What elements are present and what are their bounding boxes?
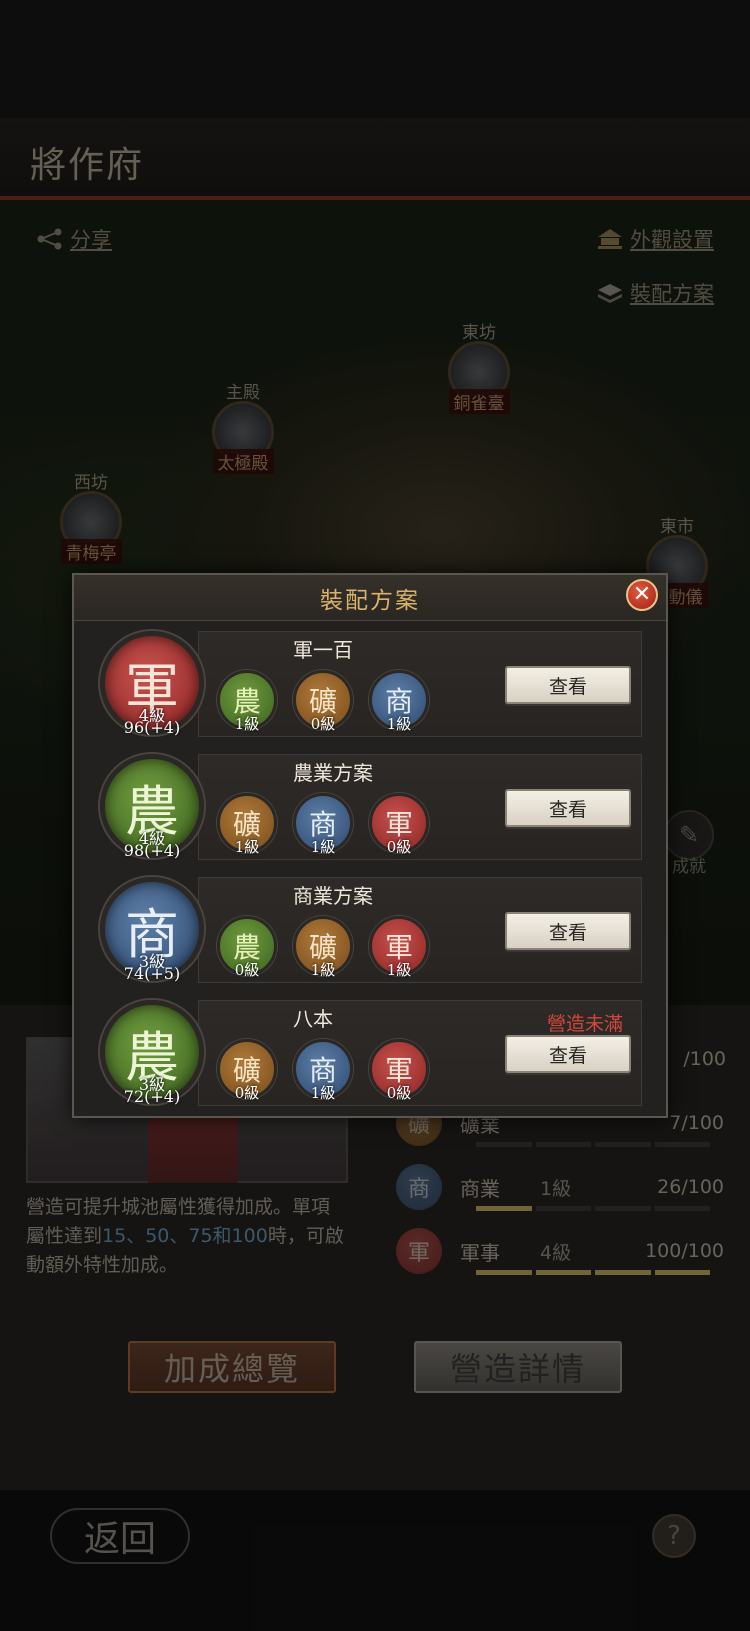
progress-segment [476,1270,532,1275]
progress-segment [535,1142,591,1147]
attribute-level: 4級 [540,1241,572,1264]
plan-main-attribute: 農 3級 72(+4) [96,1000,208,1106]
close-icon[interactable]: ✕ [626,579,658,611]
loadout-plan-dialog: 裝配方案 ✕ 軍一百 農 1級 礦 0級 商 1級 查看 軍 4級 96(+4) 農業… [72,573,668,1118]
sub-attribute-level: 0級 [386,1084,412,1102]
progress-segment [476,1142,532,1147]
attribute-name: 軍事 [460,1240,500,1265]
agriculture-badge: 農 3級 72(+4) [100,1000,204,1106]
attribute-row-military: 軍 軍事 4級 100/100 [396,1221,726,1281]
bonus-overview-button[interactable]: 加成總覽 [128,1341,336,1393]
view-plan-button[interactable]: 查看 [505,666,631,704]
attribute-name: 商業 [460,1176,500,1201]
construction-description: 營造可提升城池屬性獲得加成。單項屬性達到15、50、75和100時，可啟動額外特… [26,1193,346,1280]
attribute-value: 26/100 [657,1176,724,1198]
sub-attribute-mining: 礦 0級 [217,1039,277,1102]
page-header: 將作府 [0,118,750,200]
progress-segment [476,1206,532,1211]
attribute-progress-bar [476,1142,710,1147]
military-badge: 軍 4級 96(+4) [100,631,204,737]
dialog-title: 裝配方案 [320,587,420,614]
sub-attribute-agriculture: 農 1級 [217,670,277,733]
top-strip [0,0,750,118]
progress-segment [654,1206,710,1211]
progress-segment [654,1270,710,1275]
agriculture-badge: 農 4級 98(+4) [100,754,204,860]
sub-attribute-level: 1級 [386,961,412,979]
sub-attribute-level: 1級 [310,838,336,856]
main-attribute-score: 98(+4) [123,841,181,860]
main-attribute-score: 96(+4) [123,718,181,737]
main-attribute-score: 72(+4) [123,1087,181,1106]
commerce-badge: 商 3級 74(+5) [100,877,204,983]
sub-attribute-military: 軍 0級 [369,1039,429,1102]
progress-segment [595,1206,651,1211]
attribute-level: 1級 [540,1177,572,1200]
plan-name: 商業方案 [293,884,373,908]
plan-card: 商業方案 農 0級 礦 1級 軍 1級 查看 [198,877,642,983]
view-plan-button[interactable]: 查看 [505,1035,631,1073]
sub-attribute-military: 軍 1級 [369,916,429,979]
plan-main-attribute: 商 3級 74(+5) [96,877,208,983]
progress-segment [654,1142,710,1147]
sub-attribute-level: 0級 [310,715,336,733]
sub-attribute-level: 1級 [386,715,412,733]
plan-status-warning: 營造未滿 [546,1013,623,1035]
sub-attribute-level: 0級 [234,961,260,979]
progress-segment [595,1142,651,1147]
attribute-progress-bar [476,1206,710,1211]
sub-attribute-mining: 礦 0級 [293,670,353,733]
view-plan-button[interactable]: 查看 [505,789,631,827]
sub-attribute-level: 1級 [234,715,260,733]
plan-name: 農業方案 [293,761,373,785]
sub-attribute-commerce: 商 1級 [293,793,353,856]
attribute-value: 100/100 [645,1240,724,1262]
sub-attribute-agriculture: 農 0級 [217,916,277,979]
threshold-values: 15、50、75和100 [102,1225,268,1247]
dialog-header: 裝配方案 [74,575,666,621]
plan-main-attribute: 農 4級 98(+4) [96,754,208,860]
back-button[interactable]: 返回 [50,1508,190,1564]
plan-card: 八本 營造未滿 礦 0級 商 1級 軍 0級 查看 [198,1000,642,1106]
sub-attribute-commerce: 商 1級 [293,1039,353,1102]
sub-attribute-level: 1級 [234,838,260,856]
commerce-icon: 商 [396,1164,442,1210]
sub-attribute-mining: 礦 1級 [217,793,277,856]
sub-attribute-level: 1級 [310,1084,336,1102]
construction-details-button[interactable]: 營造詳情 [414,1341,622,1393]
plan-main-attribute: 軍 4級 96(+4) [96,631,208,737]
sub-attribute-military: 軍 0級 [369,793,429,856]
sub-attribute-level: 0級 [386,838,412,856]
plan-name: 軍一百 [293,638,353,662]
help-icon[interactable]: ? [652,1514,696,1558]
view-plan-button[interactable]: 查看 [505,912,631,950]
plan-name: 八本 [293,1007,333,1031]
attribute-progress-bar [476,1270,710,1275]
footer-bar: 返回 ? [0,1490,750,1631]
progress-segment [595,1270,651,1275]
progress-segment [535,1206,591,1211]
plan-card: 農業方案 礦 1級 商 1級 軍 0級 查看 [198,754,642,860]
sub-attribute-mining: 礦 1級 [293,916,353,979]
main-attribute-score: 74(+5) [123,964,181,983]
page-title: 將作府 [30,145,145,186]
sub-attribute-level: 0級 [234,1084,260,1102]
progress-segment [535,1270,591,1275]
military-icon: 軍 [396,1228,442,1274]
plan-card: 軍一百 農 1級 礦 0級 商 1級 查看 [198,631,642,737]
attribute-row-commerce: 商 商業 1級 26/100 [396,1157,726,1217]
sub-attribute-level: 1級 [310,961,336,979]
sub-attribute-commerce: 商 1級 [369,670,429,733]
